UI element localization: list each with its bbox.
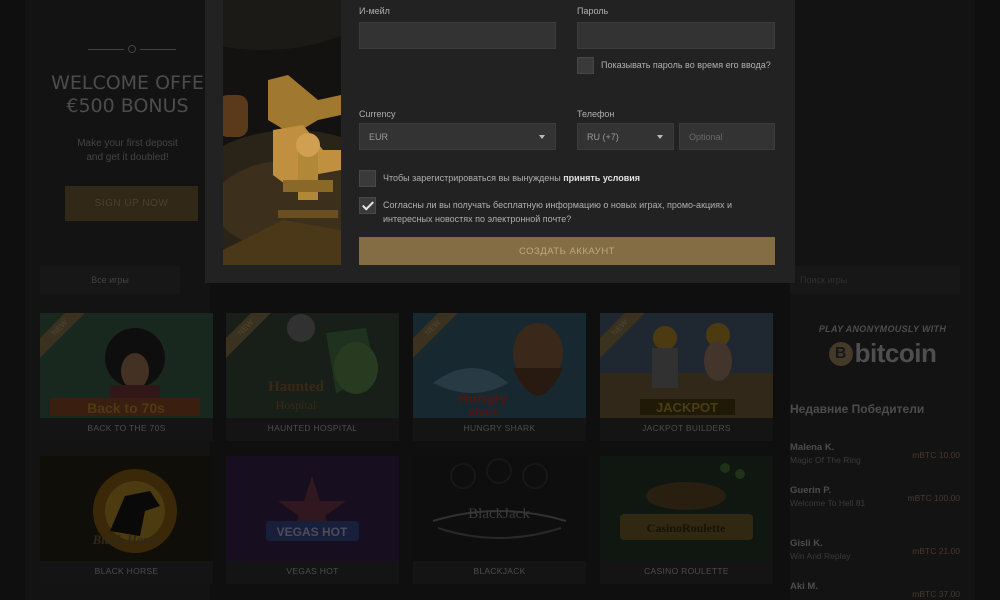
terms-link[interactable]: принять условия bbox=[563, 173, 640, 183]
newsletter-checkbox[interactable] bbox=[359, 197, 376, 214]
password-field[interactable] bbox=[577, 22, 775, 49]
phone-country-code-select[interactable]: RU (+7) bbox=[577, 123, 674, 150]
currency-label: Currency bbox=[359, 109, 396, 119]
email-label: И-мейл bbox=[359, 6, 390, 16]
show-password-checkbox[interactable] bbox=[577, 57, 594, 74]
roulette-wheel-image bbox=[223, 0, 341, 265]
chevron-down-icon bbox=[539, 135, 545, 139]
phone-number-input[interactable]: Optional bbox=[679, 123, 775, 150]
currency-select[interactable]: EUR bbox=[359, 123, 556, 150]
phone-label: Телефон bbox=[577, 109, 615, 119]
chevron-down-icon bbox=[657, 135, 663, 139]
create-account-button[interactable]: СОЗДАТЬ АККАУНТ bbox=[359, 237, 775, 265]
email-field[interactable] bbox=[359, 22, 556, 49]
accept-terms-checkbox[interactable] bbox=[359, 170, 376, 187]
newsletter-label: Согласны ли вы получать бесплатную инфор… bbox=[383, 200, 733, 224]
accept-terms-label: Чтобы зарегистрироваться вы вынуждены пр… bbox=[383, 173, 641, 183]
show-password-label: Показывать пароль во время его ввода? bbox=[601, 60, 771, 70]
registration-form: И-мейл Пароль Показывать пароль во время… bbox=[359, 0, 779, 265]
password-label: Пароль bbox=[577, 6, 609, 16]
registration-modal: И-мейл Пароль Показывать пароль во время… bbox=[205, 0, 795, 283]
